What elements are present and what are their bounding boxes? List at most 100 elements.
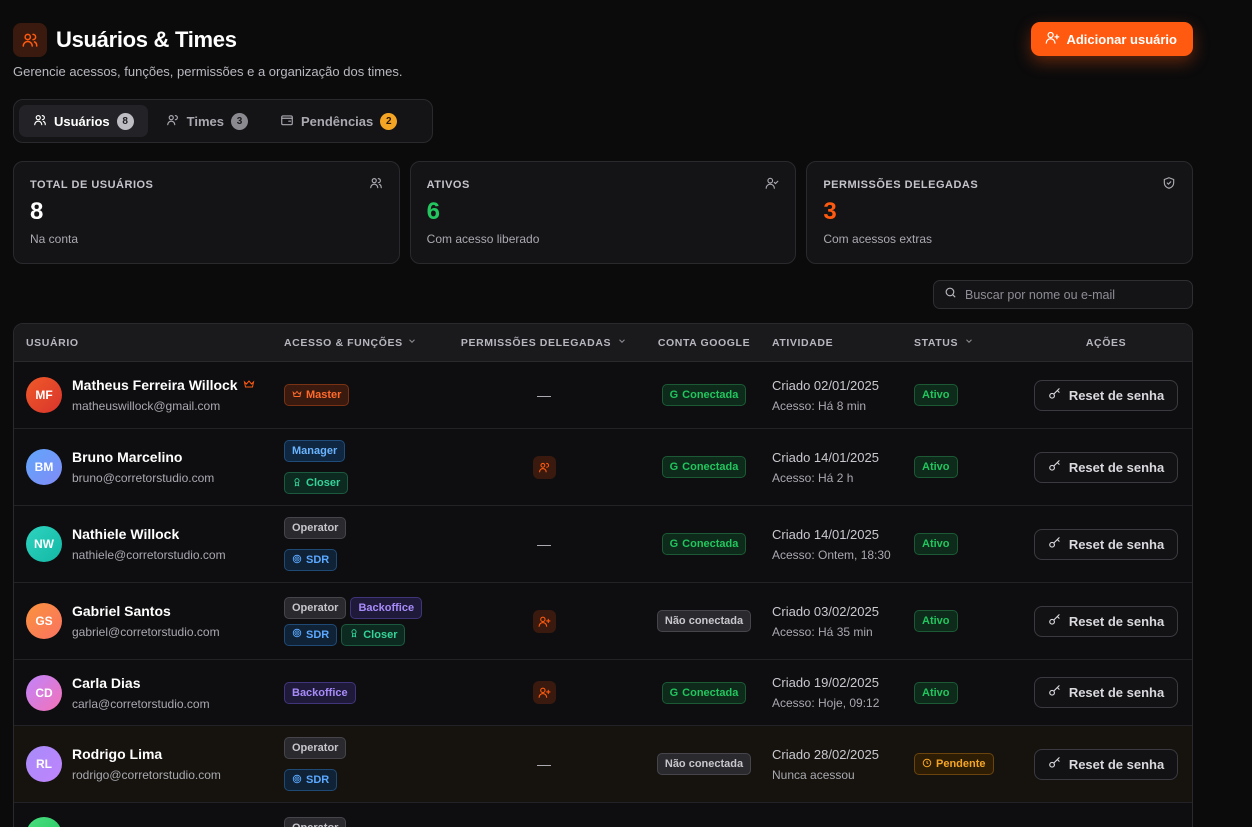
tab-label: Usuários (54, 113, 110, 129)
reset-label: Reset de senha (1068, 459, 1165, 475)
actions-cell: Reset de senha (1020, 748, 1192, 780)
role-tag: Operator (284, 596, 347, 619)
header-access[interactable]: ACESSO & FUNÇÕES (282, 336, 444, 349)
role-tag: Manager (284, 440, 346, 462)
add-user-button[interactable]: Adicionar usuário (1031, 22, 1193, 56)
stat-label: ATIVOS (426, 179, 470, 191)
avatar: BM (26, 449, 62, 485)
user-cell: GS Gabriel Santos gabriel@corretorstudio… (14, 603, 282, 639)
table-row: BM Bruno Marcelino bruno@corretorstudio.… (14, 429, 1192, 506)
tag-label: Master (306, 389, 342, 401)
table-row: GS Gabriel Santos gabriel@corretorstudio… (14, 583, 1192, 660)
google-cell: Não conectada (644, 753, 764, 775)
add-user-label: Adicionar usuário (1066, 31, 1177, 47)
perm-cell: — (444, 536, 644, 552)
tab-count: 8 (116, 112, 134, 130)
last-access: Acesso: Há 8 min (772, 398, 867, 413)
tab-label: Pendências (300, 113, 374, 129)
search-icon (944, 286, 957, 304)
page-subtitle: Gerencie acessos, funções, permissões e … (13, 64, 403, 79)
stat-value: 6 (426, 198, 441, 225)
perm-cell (444, 681, 644, 704)
header-perms[interactable]: PERMISSÕES DELEGADAS (444, 336, 644, 349)
user-cell: CD Carla Dias carla@corretorstudio.com (14, 674, 282, 711)
reset-label: Reset de senha (1068, 613, 1165, 629)
empty-dash: — (537, 387, 551, 403)
perm-cell (444, 609, 644, 633)
user-name: Gabriel Santos (72, 603, 171, 619)
key-icon (1048, 387, 1062, 404)
access-cell: Operator (282, 817, 444, 827)
access-cell: Operator SDR (282, 517, 444, 571)
header-actions: AÇÕES (1085, 336, 1127, 349)
role-tag: SDR (284, 549, 338, 571)
user-cell: BM Bruno Marcelino bruno@corretorstudio.… (14, 449, 282, 485)
avatar: GS (26, 603, 62, 639)
access-cell: Operator SDR (282, 737, 444, 791)
table-header: USUÁRIO ACESSO & FUNÇÕES PERMISSÕES DELE… (14, 324, 1192, 362)
header-status[interactable]: STATUS (910, 336, 1020, 349)
google-label: Conectada (682, 686, 739, 699)
perm-cell: — (444, 756, 644, 772)
header-label: STATUS (914, 336, 959, 349)
last-access: Acesso: Há 35 min (772, 624, 873, 639)
role-tag: SDR (284, 623, 338, 646)
activity-cell: Criado 14/01/2025 Acesso: Ontem, 18:30 (764, 527, 910, 562)
award-icon (349, 628, 359, 641)
key-icon (1048, 756, 1062, 773)
reset-password-button[interactable]: Reset de senha (1033, 677, 1179, 708)
user-email: gabriel@corretorstudio.com (72, 625, 220, 639)
status-badge: Ativo (914, 681, 958, 704)
last-access: Acesso: Hoje, 09:12 (772, 696, 880, 710)
actions-cell: Reset de senha (1020, 451, 1192, 483)
actions-cell: Reset de senha (1020, 528, 1192, 560)
google-cell: Não conectada (644, 610, 764, 632)
google-badge: G Conectada (661, 384, 747, 406)
user-email: rodrigo@corretorstudio.com (72, 768, 221, 782)
delegated-perm-icon[interactable] (532, 609, 556, 633)
target-icon (292, 774, 302, 787)
google-icon: G (669, 538, 679, 550)
avatar (26, 817, 62, 827)
google-badge: Não conectada (656, 610, 752, 632)
key-icon (1048, 613, 1062, 630)
tag-label: Closer (363, 628, 398, 641)
user-plus-icon (1045, 30, 1060, 48)
tabs: Usuários 8 Times 3 Pendências 2 (13, 99, 433, 143)
user-name-text: Matheus Ferreira Willock (72, 377, 238, 393)
role-tag: Closer (341, 623, 406, 646)
user-email: nathiele@corretorstudio.com (72, 548, 226, 562)
stat-value: 8 (30, 198, 44, 225)
search-input[interactable] (965, 287, 1182, 302)
google-label: Conectada (682, 538, 739, 550)
header-user: USUÁRIO (26, 336, 79, 349)
actions-cell: Reset de senha (1020, 677, 1192, 708)
stat-value: 3 (823, 198, 837, 225)
stat-sub: Com acesso liberado (426, 232, 540, 246)
role-tag: Master (284, 384, 350, 406)
perm-cell (444, 455, 644, 479)
table-row: NW Nathiele Willock nathiele@corretorstu… (14, 506, 1192, 583)
users-icon (33, 113, 47, 130)
tag-label: SDR (306, 628, 330, 641)
key-icon (1048, 459, 1062, 476)
stat-label: TOTAL DE USUÁRIOS (30, 179, 154, 191)
role-tag: Operator (284, 737, 347, 759)
tab-pending[interactable]: Pendências 2 (266, 105, 411, 137)
empty-dash: — (537, 536, 551, 552)
page-title: Usuários & Times (56, 27, 237, 52)
crown-icon (243, 377, 255, 393)
header-label: ACESSO & FUNÇÕES (284, 336, 403, 349)
user-email: bruno@corretorstudio.com (72, 471, 215, 485)
delegated-perm-icon[interactable] (532, 681, 556, 704)
reset-password-button[interactable]: Reset de senha (1033, 451, 1179, 483)
status-cell: Ativo (910, 456, 1020, 478)
reset-password-button[interactable]: Reset de senha (1033, 605, 1179, 637)
reset-password-button[interactable]: Reset de senha (1033, 528, 1179, 560)
delegated-perm-icon[interactable] (532, 455, 556, 479)
tab-teams[interactable]: Times 3 (152, 105, 262, 137)
reset-password-button[interactable]: Reset de senha (1033, 379, 1179, 411)
reset-password-button[interactable]: Reset de senha (1033, 748, 1179, 780)
tab-users[interactable]: Usuários 8 (19, 105, 148, 137)
stat-card-total: TOTAL DE USUÁRIOS 8 Na conta (13, 161, 400, 264)
